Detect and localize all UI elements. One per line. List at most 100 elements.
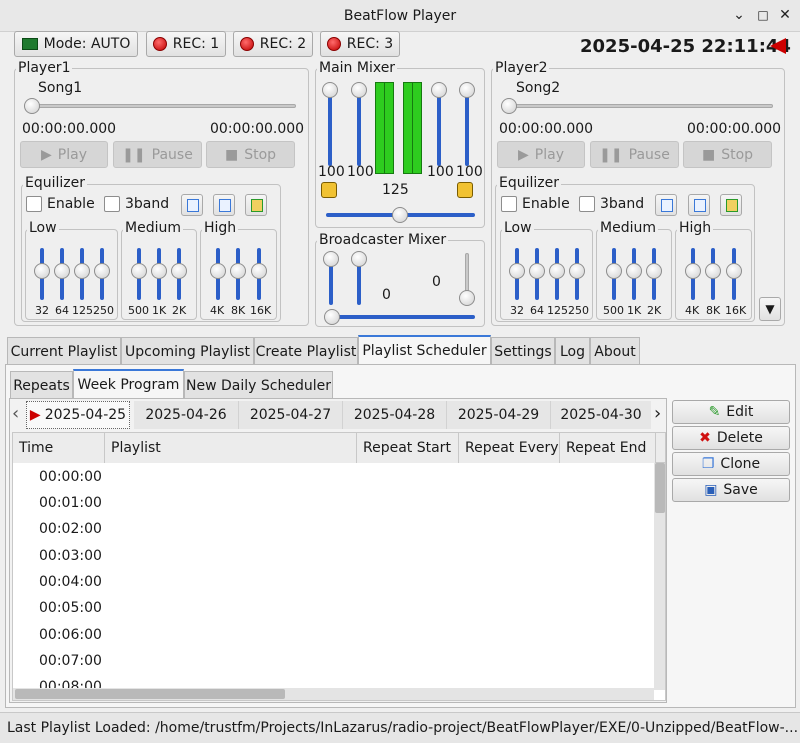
table-row[interactable]: 00:01:00 [39,495,102,511]
player1-3band-checkbox[interactable] [104,196,120,212]
collapse-arrow-icon[interactable] [770,38,786,54]
player2-stop-button[interactable]: ■ Stop [683,141,772,168]
player1-position-slider[interactable] [26,104,296,108]
lock-right-icon[interactable] [457,182,473,198]
tab-settings[interactable]: Settings [491,337,555,365]
edit-button[interactable]: ✎ Edit [672,400,790,424]
maximize-icon[interactable]: □ [754,6,772,24]
slider-knob[interactable] [726,263,742,279]
column-header-time[interactable]: Time [13,433,105,463]
table-row[interactable]: 00:02:00 [39,521,102,537]
table-row[interactable]: 00:04:00 [39,574,102,590]
rec-3-button[interactable]: REC: 3 [320,31,400,57]
date-tab[interactable]: ▶ 2025-04-25 [26,401,130,429]
slider-knob[interactable] [509,263,525,279]
player2-3band-checkbox[interactable] [579,196,595,212]
vertical-scrollbar-thumb[interactable] [655,463,665,513]
column-header-repeat-end[interactable]: Repeat End [560,433,656,463]
main-mixer-right-slider-1[interactable] [437,88,441,166]
slider-knob[interactable] [74,263,90,279]
delete-button[interactable]: ✖ Delete [672,426,790,450]
mode-button[interactable]: Mode: AUTO [14,31,138,57]
date-tab[interactable]: 2025-04-26 [134,401,239,429]
slider-knob[interactable] [151,263,167,279]
date-tab[interactable]: 2025-04-27 [239,401,343,429]
slider-knob[interactable] [549,263,565,279]
table-row[interactable]: 00:06:00 [39,627,102,643]
date-tab[interactable]: 2025-04-29 [447,401,551,429]
minimize-icon[interactable]: ⌄ [730,6,748,24]
column-header-repeat-start[interactable]: Repeat Start [357,433,459,463]
date-tab[interactable]: 2025-04-28 [343,401,447,429]
player1-play-button[interactable]: ▶ Play [20,141,108,168]
main-mixer-left-slider-2[interactable] [357,88,361,166]
player1-enable-checkbox[interactable] [26,196,42,212]
tab-repeats[interactable]: Repeats [10,371,73,399]
broadcaster-balance-slider[interactable] [326,315,475,319]
tab-log[interactable]: Log [555,337,590,365]
slider-knob[interactable] [230,263,246,279]
clone-button[interactable]: ❐ Clone [672,452,790,476]
column-header-repeat-every[interactable]: Repeat Every [459,433,560,463]
horizontal-scrollbar-thumb[interactable] [15,689,285,699]
tab-current-playlist[interactable]: Current Playlist [7,337,121,365]
slider-knob[interactable] [94,263,110,279]
slider-knob[interactable] [459,290,475,306]
player1-eq-copy-button[interactable] [213,194,235,216]
slider-knob[interactable] [431,82,447,98]
player2-eq-copy-button[interactable] [688,194,710,216]
tab-create-playlist[interactable]: Create Playlist [254,337,358,365]
tab-week-program[interactable]: Week Program [73,369,184,399]
slider-knob[interactable] [646,263,662,279]
slider-knob[interactable] [322,82,338,98]
player1-stop-button[interactable]: ■ Stop [206,141,295,168]
rec-2-button[interactable]: REC: 2 [233,31,313,57]
close-icon[interactable]: ✕ [776,6,794,24]
tab-new-daily-scheduler[interactable]: New Daily Scheduler [184,371,333,399]
column-header-playlist[interactable]: Playlist [105,433,357,463]
player2-play-button[interactable]: ▶ Play [497,141,585,168]
player2-position-slider[interactable] [503,104,773,108]
slider-knob[interactable] [171,263,187,279]
player1-eq-reset-button[interactable] [181,194,203,216]
slider-knob[interactable] [569,263,585,279]
rec-1-button[interactable]: REC: 1 [146,31,226,57]
date-scroll-left-icon[interactable]: ‹ [12,403,19,424]
player2-eq-paste-button[interactable] [720,194,742,216]
date-tab[interactable]: 2025-04-30 [551,401,651,429]
tab-upcoming-playlist[interactable]: Upcoming Playlist [121,337,254,365]
slider-knob[interactable] [626,263,642,279]
table-row[interactable]: 00:07:00 [39,653,102,669]
slider-knob[interactable] [131,263,147,279]
player2-enable-checkbox[interactable] [501,196,517,212]
slider-knob[interactable] [705,263,721,279]
slider-knob[interactable] [685,263,701,279]
player2-eq-reset-button[interactable] [655,194,677,216]
expand-down-button[interactable]: ▼ [759,297,781,321]
tab-about[interactable]: About [590,337,640,365]
slider-knob[interactable] [351,82,367,98]
slider-knob[interactable] [54,263,70,279]
slider-knob[interactable] [34,263,50,279]
slider-knob[interactable] [210,263,226,279]
slider-knob[interactable] [351,251,367,267]
player2-position-knob[interactable] [501,98,517,114]
main-mixer-right-slider-2[interactable] [465,88,469,166]
table-row[interactable]: 00:03:00 [39,548,102,564]
table-row[interactable]: 00:00:00 [39,469,102,485]
player1-position-knob[interactable] [24,98,40,114]
date-scroll-right-icon[interactable]: › [654,403,661,424]
slider-knob[interactable] [251,263,267,279]
slider-knob[interactable] [606,263,622,279]
player1-pause-button[interactable]: ❚❚ Pause [113,141,202,168]
player2-pause-button[interactable]: ❚❚ Pause [590,141,679,168]
lock-left-icon[interactable] [321,182,337,198]
slider-knob[interactable] [529,263,545,279]
slider-knob[interactable] [323,251,339,267]
player1-eq-paste-button[interactable] [245,194,267,216]
save-button[interactable]: ▣ Save [672,478,790,502]
tab-playlist-scheduler[interactable]: Playlist Scheduler [358,335,491,365]
slider-knob[interactable] [459,82,475,98]
table-row[interactable]: 00:05:00 [39,600,102,616]
crossfade-knob[interactable] [392,207,408,223]
